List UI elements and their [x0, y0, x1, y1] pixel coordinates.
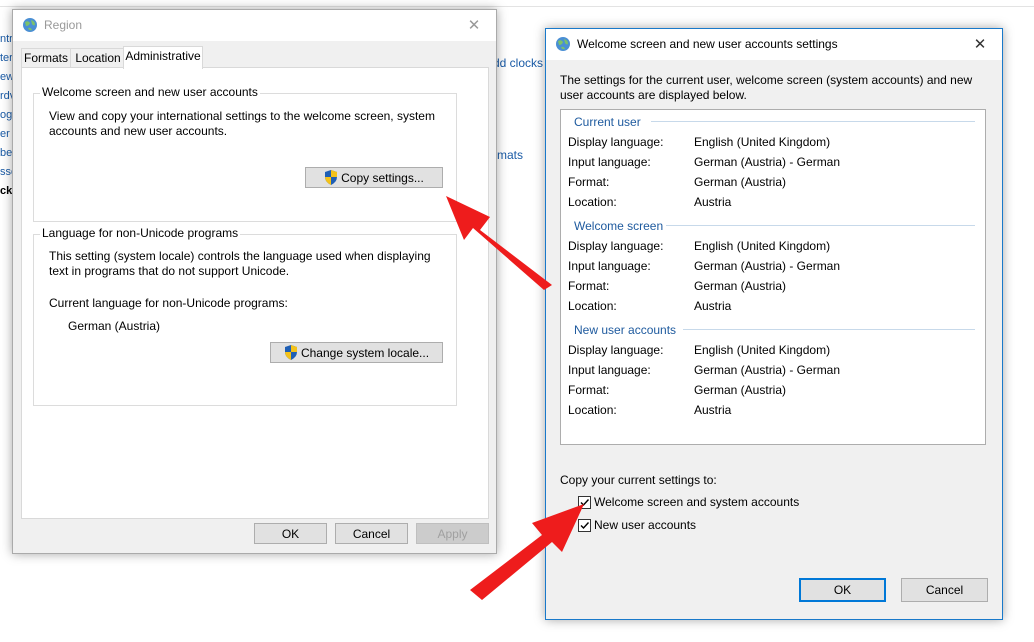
- section-divider: [666, 225, 975, 226]
- cancel-button[interactable]: Cancel: [901, 578, 988, 602]
- display-language-label: Display language:: [568, 239, 664, 253]
- non-unicode-group: Language for non-Unicode programs This s…: [33, 226, 457, 406]
- region-dialog: Region ✕ Formats Location Administrative…: [12, 9, 497, 554]
- display-language-label: Display language:: [568, 135, 664, 149]
- region-title: Region: [44, 18, 83, 32]
- location-label: Location:: [568, 299, 617, 313]
- input-language-label: Input language:: [568, 155, 651, 169]
- globe-icon: [23, 18, 37, 32]
- format-label: Format:: [568, 383, 610, 397]
- input-language-label: Input language:: [568, 363, 651, 377]
- input-language-value: German (Austria) - German: [694, 155, 841, 169]
- tab-location[interactable]: Location: [70, 48, 126, 68]
- input-language-value: German (Austria) - German: [694, 259, 841, 273]
- input-language-value: German (Austria) - German: [694, 363, 841, 377]
- description-line: text in programs that do not support Uni…: [49, 264, 290, 278]
- format-value: German (Austria): [694, 383, 787, 397]
- globe-icon: [556, 37, 570, 51]
- cancel-button[interactable]: Cancel: [335, 523, 408, 544]
- red-arrow-annotation: [470, 504, 584, 600]
- intro-line: The settings for the current user, welco…: [560, 73, 973, 87]
- display-language-label: Display language:: [568, 343, 664, 357]
- input-language-label: Input language:: [568, 259, 651, 273]
- group-description: View and copy your international setting…: [49, 109, 435, 139]
- tab-administrative[interactable]: Administrative: [123, 46, 203, 69]
- section-divider: [651, 121, 975, 122]
- location-value: Austria: [694, 299, 732, 313]
- format-value: German (Austria): [694, 175, 787, 189]
- group-description: This setting (system locale) controls th…: [49, 249, 431, 279]
- location-value: Austria: [694, 403, 732, 417]
- group-legend: Language for non-Unicode programs: [40, 226, 241, 240]
- welcome-titlebar[interactable]: Welcome screen and new user accounts set…: [546, 29, 1002, 60]
- current-language-value: German (Austria): [68, 319, 161, 333]
- close-button[interactable]: ✕: [452, 10, 496, 41]
- format-label: Format:: [568, 175, 610, 189]
- close-button[interactable]: ✕: [958, 29, 1002, 60]
- welcome-title: Welcome screen and new user accounts set…: [577, 37, 838, 51]
- display-language-value: English (United Kingdom): [694, 239, 831, 253]
- location-label: Location:: [568, 195, 617, 209]
- format-value: German (Austria): [694, 279, 787, 293]
- welcome-settings-dialog: Welcome screen and new user accounts set…: [545, 28, 1003, 620]
- red-arrow-annotation: [446, 196, 552, 290]
- uac-shield-icon: [325, 170, 338, 185]
- copy-settings-to-label: Copy your current settings to:: [560, 473, 717, 487]
- ok-button[interactable]: OK: [254, 523, 327, 544]
- current-language-label: Current language for non-Unicode program…: [49, 296, 288, 310]
- change-system-locale-button[interactable]: Change system locale...: [270, 342, 443, 363]
- region-titlebar[interactable]: Region ✕: [13, 10, 496, 41]
- display-language-value: English (United Kingdom): [694, 135, 831, 149]
- change-locale-label: Change system locale...: [300, 346, 430, 360]
- section-heading-current-user: Current user: [574, 115, 641, 129]
- administrative-tab-page: Welcome screen and new user accounts Vie…: [21, 67, 489, 519]
- location-label: Location:: [568, 403, 617, 417]
- ok-button[interactable]: OK: [799, 578, 886, 602]
- control-panel-breadcrumb: [0, 0, 1034, 7]
- welcome-screen-group: Welcome screen and new user accounts Vie…: [33, 85, 457, 222]
- description-line: View and copy your international setting…: [49, 109, 435, 123]
- add-clocks-link[interactable]: dd clocks: [493, 56, 543, 70]
- section-heading-welcome-screen: Welcome screen: [574, 219, 664, 233]
- location-value: Austria: [694, 195, 732, 209]
- format-label: Format:: [568, 279, 610, 293]
- uac-shield-icon: [284, 345, 297, 360]
- new-user-accounts-checkbox-label[interactable]: New user accounts: [594, 518, 696, 532]
- section-heading-new-user-accounts: New user accounts: [574, 323, 677, 337]
- settings-listbox[interactable]: Current user Display language: English (…: [560, 109, 986, 445]
- group-legend: Welcome screen and new user accounts: [40, 85, 260, 99]
- description-line: accounts and new user accounts.: [49, 124, 228, 138]
- copy-settings-label: Copy settings...: [341, 171, 424, 185]
- copy-settings-button[interactable]: Copy settings...: [305, 167, 443, 188]
- description-line: This setting (system locale) controls th…: [49, 249, 431, 263]
- welcome-screen-checkbox-label[interactable]: Welcome screen and system accounts: [594, 495, 799, 509]
- intro-text: The settings for the current user, welco…: [560, 73, 990, 103]
- section-divider: [683, 329, 975, 330]
- tab-formats[interactable]: Formats: [21, 48, 71, 68]
- intro-line: user accounts are displayed below.: [560, 88, 747, 102]
- display-language-value: English (United Kingdom): [694, 343, 831, 357]
- formats-link[interactable]: rmats: [493, 148, 523, 162]
